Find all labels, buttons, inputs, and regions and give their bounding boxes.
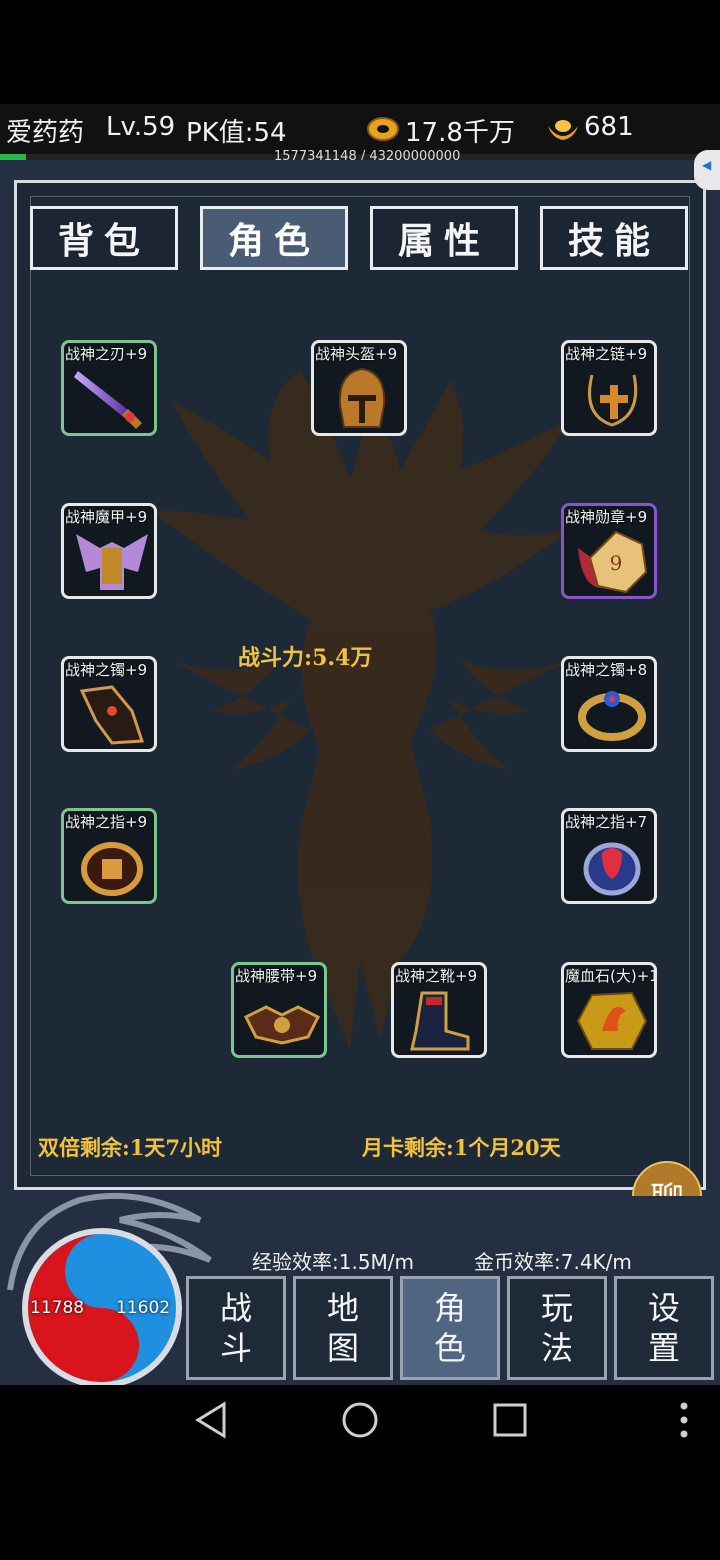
back-icon[interactable] (192, 1400, 232, 1444)
nav-settings[interactable]: 设 置 (614, 1276, 714, 1380)
status-bar (0, 0, 720, 104)
tab-skills[interactable]: 技能 (540, 206, 688, 270)
equip-slot-belt[interactable]: 战神腰带+9 (231, 962, 327, 1058)
gold-coin-icon (366, 116, 400, 146)
bracelet-icon (578, 691, 646, 741)
equip-label-bracelet-right: 战神之镯+8 (565, 661, 648, 679)
home-icon[interactable] (340, 1400, 380, 1444)
monthly-card-remaining: 月卡剩余:1个月20天 (362, 1135, 561, 1160)
equip-slot-gem[interactable]: 魔血石(大)+1 (561, 962, 657, 1058)
equip-slot-weapon[interactable]: 战神之刃+9 (61, 340, 157, 436)
nav-battle[interactable]: 战 斗 (186, 1276, 286, 1380)
gauntlet-icon (79, 685, 145, 745)
ingot-amount: 681 (584, 112, 634, 142)
medal-icon: 9 (578, 530, 648, 594)
equip-label-medal: 战神勋章+9 (565, 508, 648, 526)
equip-slot-ring-left[interactable]: 战神之指+9 (61, 808, 157, 904)
equip-label-necklace: 战神之链+9 (565, 345, 648, 363)
phoenix-emblem (150, 370, 570, 1050)
equip-label-weapon: 战神之刃+9 (65, 345, 148, 363)
ring-icon (81, 842, 143, 896)
svg-text:9: 9 (610, 551, 623, 575)
arrow-left-icon: ◀ (702, 158, 712, 172)
equip-slot-ring-right[interactable]: 战神之指+7 (561, 808, 657, 904)
equip-slot-necklace[interactable]: 战神之链+9 (561, 340, 657, 436)
hp-value: 11788 (30, 1298, 85, 1318)
mp-value: 11602 (116, 1298, 171, 1318)
sword-icon (74, 371, 142, 429)
equip-slot-boots[interactable]: 战神之靴+9 (391, 962, 487, 1058)
pk-value: PK值:54 (186, 118, 287, 148)
tab-bag[interactable]: 背包 (30, 206, 178, 270)
side-toggle-button[interactable]: ◀ (694, 150, 720, 190)
gem-icon (576, 991, 648, 1050)
gold-efficiency: 金币效率:7.4K/m (474, 1250, 632, 1274)
necklace-icon (588, 374, 638, 427)
armor-icon (76, 534, 148, 590)
boots-icon (410, 991, 470, 1051)
tab-character[interactable]: 角色 (200, 206, 348, 270)
equip-slot-medal[interactable]: 战神勋章+9 9 (561, 503, 657, 599)
equip-label-belt: 战神腰带+9 (235, 967, 318, 985)
combat-power: 战斗力:5.4万 (238, 645, 373, 671)
more-options-icon[interactable] (676, 1400, 692, 1444)
ingot-icon (546, 116, 580, 146)
gold-amount: 17.8千万 (405, 118, 515, 148)
double-exp-remaining: 双倍剩余:1天7小时 (38, 1135, 222, 1160)
equip-label-boots: 战神之靴+9 (395, 967, 478, 985)
nav-character[interactable]: 角 色 (400, 1276, 500, 1380)
equip-label-armor: 战神魔甲+9 (65, 508, 148, 526)
recents-icon[interactable] (492, 1402, 528, 1442)
tab-attributes[interactable]: 属性 (370, 206, 518, 270)
ring-icon (583, 842, 641, 896)
equip-slot-armor[interactable]: 战神魔甲+9 (61, 503, 157, 599)
belt-icon (243, 1005, 321, 1045)
equip-label-helmet: 战神头盔+9 (315, 345, 398, 363)
nav-map[interactable]: 地 图 (293, 1276, 393, 1380)
player-level: Lv.59 (106, 112, 176, 142)
equip-slot-bracelet-left[interactable]: 战神之镯+9 (61, 656, 157, 752)
equip-label-bracelet-left: 战神之镯+9 (65, 661, 148, 679)
exp-efficiency: 经验效率:1.5M/m (252, 1250, 415, 1274)
equip-label-gem: 魔血石(大)+1 (565, 967, 657, 985)
equip-slot-helmet[interactable]: 战神头盔+9 (311, 340, 407, 436)
equip-slot-bracelet-right[interactable]: 战神之镯+8 (561, 656, 657, 752)
nav-gameplay[interactable]: 玩 法 (507, 1276, 607, 1380)
equip-label-ring-right: 战神之指+7 (565, 813, 648, 831)
hp-mp-orb: 11788 11602 (22, 1228, 182, 1388)
player-name: 爱药药 (6, 118, 85, 148)
helmet-icon (338, 367, 386, 428)
equip-label-ring-left: 战神之指+9 (65, 813, 148, 831)
